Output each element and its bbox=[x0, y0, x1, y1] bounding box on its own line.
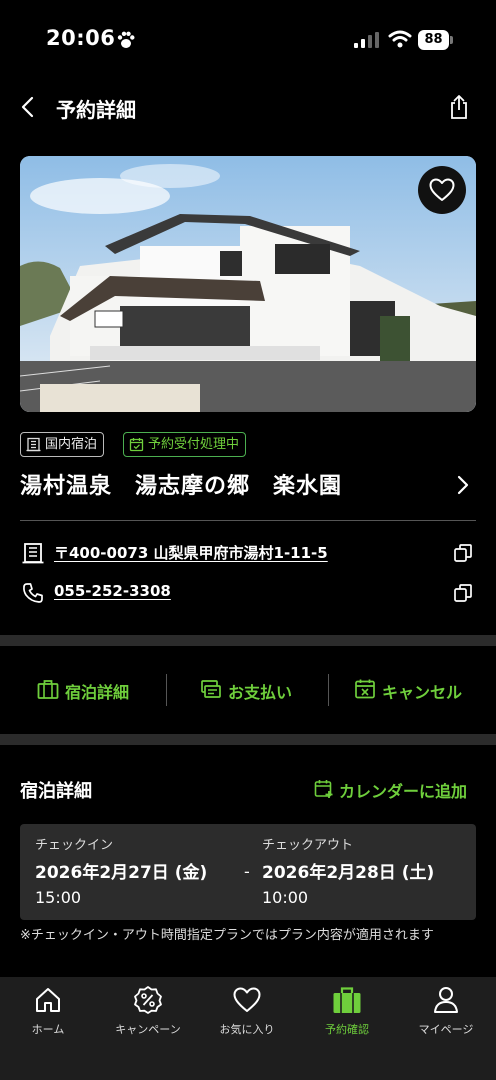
tab-favorites-label: お気に入り bbox=[219, 1023, 275, 1036]
hotel-name[interactable]: 湯村温泉 湯志摩の郷 楽水園 bbox=[20, 468, 342, 500]
heart-icon bbox=[233, 987, 261, 1012]
payment-label: お支払い bbox=[228, 683, 293, 702]
chevron-right-icon[interactable] bbox=[455, 474, 471, 496]
stay-details-button[interactable]: 宿泊詳細 bbox=[37, 676, 147, 704]
building-icon bbox=[22, 543, 44, 564]
phone-icon bbox=[23, 583, 43, 603]
favorite-button[interactable] bbox=[418, 166, 466, 214]
divider bbox=[20, 520, 476, 521]
calendar-add-icon bbox=[314, 780, 333, 798]
status-bar: 20:06 88 bbox=[0, 0, 496, 80]
wifi-icon bbox=[388, 30, 412, 48]
add-to-calendar-label: カレンダーに追加 bbox=[339, 782, 468, 801]
tab-mypage[interactable]: マイページ bbox=[396, 985, 496, 1045]
page-title: 予約詳細 bbox=[56, 98, 136, 122]
calendar-check-icon bbox=[129, 438, 144, 452]
receipt-icon bbox=[201, 680, 221, 698]
address-link[interactable]: 〒400-0073 山梨県甲府市湯村1-11-5 bbox=[54, 542, 328, 563]
cancel-label: キャンセル bbox=[382, 683, 463, 702]
bottom-tab-bar: ホーム キャンペーン お気に入り 予約確認 マイページ bbox=[0, 977, 496, 1080]
lodging-type-label: 国内宿泊 bbox=[45, 437, 98, 452]
action-bar: 宿泊詳細 お支払い キャンセル bbox=[0, 646, 496, 734]
checkin-date: 2026年2月27日 (金) bbox=[35, 863, 208, 883]
paw-icon bbox=[117, 31, 135, 48]
payment-button[interactable]: お支払い bbox=[200, 676, 310, 704]
lodging-type-badge: 国内宿泊 bbox=[20, 432, 105, 457]
hotel-photo bbox=[20, 156, 476, 412]
building-icon bbox=[26, 437, 41, 452]
share-icon[interactable] bbox=[446, 94, 472, 120]
battery-tip bbox=[450, 36, 453, 44]
date-separator: - bbox=[244, 862, 250, 881]
stay-details-label: 宿泊詳細 bbox=[65, 683, 130, 702]
tab-reservations-label: 予約確認 bbox=[325, 1023, 369, 1036]
checkin-label: チェックイン bbox=[35, 838, 114, 853]
suitcase-icon bbox=[333, 987, 361, 1013]
checkout-label: チェックアウト bbox=[262, 838, 354, 853]
hotel-building-illustration bbox=[20, 156, 476, 412]
address-row: 〒400-0073 山梨県甲府市湯村1-11-5 bbox=[20, 538, 476, 568]
copy-icon[interactable] bbox=[453, 583, 473, 603]
tab-favorites[interactable]: お気に入り bbox=[197, 985, 297, 1045]
section-separator bbox=[0, 734, 496, 745]
section-separator bbox=[0, 635, 496, 646]
reservation-status-label: 予約受付処理中 bbox=[148, 437, 240, 452]
tab-reservations[interactable]: 予約確認 bbox=[297, 985, 397, 1045]
phone-link[interactable]: 055-252-3308 bbox=[54, 582, 171, 600]
tab-campaign[interactable]: キャンペーン bbox=[98, 985, 198, 1045]
checkout-block: チェックアウト 2026年2月28日 (土) 10:00 bbox=[262, 824, 462, 920]
copy-icon[interactable] bbox=[453, 543, 473, 563]
tab-campaign-label: キャンペーン bbox=[115, 1023, 181, 1036]
stay-section-title: 宿泊詳細 bbox=[20, 781, 92, 802]
back-icon[interactable] bbox=[18, 95, 38, 119]
calendar-cancel-icon bbox=[355, 679, 375, 699]
battery-level: 88 bbox=[418, 30, 449, 50]
status-time: 20:06 bbox=[46, 26, 116, 50]
stay-dates-card: チェックイン 2026年2月27日 (金) 15:00 - チェックアウト 20… bbox=[20, 824, 476, 920]
suitcase-icon bbox=[37, 680, 59, 699]
top-header: 予約詳細 bbox=[0, 82, 496, 132]
battery-indicator: 88 bbox=[418, 30, 454, 50]
home-icon bbox=[36, 988, 60, 1012]
checkin-time: 15:00 bbox=[35, 888, 82, 907]
checkout-date: 2026年2月28日 (土) bbox=[262, 863, 435, 883]
tab-home-label: ホーム bbox=[31, 1023, 65, 1036]
tab-home[interactable]: ホーム bbox=[0, 985, 98, 1045]
percent-badge-icon bbox=[134, 986, 162, 1014]
action-divider bbox=[328, 674, 329, 706]
checkin-note: ※チェックイン・アウト時間指定プランではプラン内容が適用されます bbox=[20, 928, 434, 943]
phone-row: 055-252-3308 bbox=[20, 578, 476, 608]
heart-icon bbox=[429, 178, 455, 201]
reservation-status-badge: 予約受付処理中 bbox=[123, 432, 247, 457]
cancel-button[interactable]: キャンセル bbox=[354, 676, 474, 704]
person-icon bbox=[434, 987, 458, 1013]
action-divider bbox=[166, 674, 167, 706]
checkout-time: 10:00 bbox=[262, 888, 309, 907]
tab-mypage-label: マイページ bbox=[418, 1023, 474, 1036]
signal-icon bbox=[354, 32, 379, 48]
checkin-block: チェックイン 2026年2月27日 (金) 15:00 bbox=[35, 824, 235, 920]
